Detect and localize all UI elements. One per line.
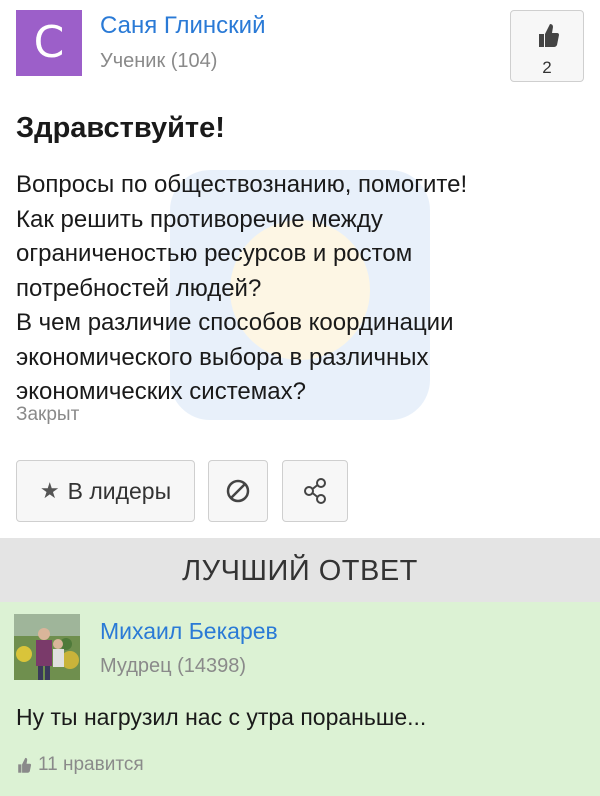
question-header: С Саня Глинский Ученик (104) 2 xyxy=(0,0,600,100)
answer-text: Ну ты нагрузил нас с утра пораньше... xyxy=(16,704,427,730)
thumbs-up-icon xyxy=(539,24,559,47)
share-button[interactable] xyxy=(282,460,348,522)
answer-likes-label: 11 нравится xyxy=(38,754,144,775)
author-rank: Ученик (104) xyxy=(100,50,218,72)
like-count: 2 xyxy=(542,58,552,77)
question-status: Закрыт xyxy=(16,404,80,425)
to-leaders-label: В лидеры xyxy=(67,477,172,504)
answer-likes[interactable]: 11 нравится xyxy=(16,754,144,776)
question-text: Вопросы по обществознанию, помогите! Как… xyxy=(16,171,468,405)
like-button[interactable]: 2 xyxy=(510,10,584,82)
share-icon xyxy=(304,478,326,504)
best-answer: Михаил Бекарев Мудрец (14398) Ну ты нагр… xyxy=(0,602,600,796)
answer-author-name-link[interactable]: Михаил Бекарев xyxy=(100,618,278,645)
to-leaders-button[interactable]: ★ В лидеры xyxy=(16,460,195,522)
block-button[interactable] xyxy=(208,460,268,522)
author-avatar[interactable]: С xyxy=(16,10,82,76)
star-icon: ★ xyxy=(39,478,60,503)
block-icon xyxy=(226,479,250,503)
thumbs-up-icon xyxy=(18,757,32,773)
author-name-link[interactable]: Саня Глинский xyxy=(100,12,266,40)
answer-author-rank: Мудрец (14398) xyxy=(100,655,247,677)
question-title: Здравствуйте! xyxy=(16,112,225,144)
answer-author-avatar[interactable] xyxy=(14,614,80,680)
best-answer-header: ЛУЧШИЙ ОТВЕТ xyxy=(0,538,600,602)
